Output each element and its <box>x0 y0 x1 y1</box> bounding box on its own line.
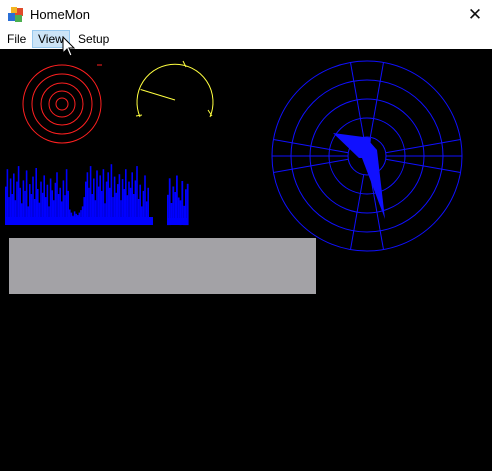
gauge-tick <box>182 60 187 68</box>
ring <box>22 64 102 144</box>
bar <box>102 169 105 225</box>
gauge-widget <box>135 60 214 118</box>
radar-widget <box>271 60 463 252</box>
mouse-cursor-icon <box>62 36 76 57</box>
bar <box>25 170 28 225</box>
bar-graph-widget <box>5 164 189 226</box>
window-title: HomeMon <box>30 7 90 22</box>
bar <box>176 175 178 225</box>
close-button[interactable]: ✕ <box>458 0 492 29</box>
ring <box>55 97 69 111</box>
bar <box>6 169 9 225</box>
ring <box>40 82 84 126</box>
bar <box>125 169 127 225</box>
gauge-needle <box>140 89 176 101</box>
radar-spoke <box>385 158 461 173</box>
radar-spoke <box>273 139 349 154</box>
radar-spoke <box>350 62 365 138</box>
bar-base <box>5 217 153 225</box>
menu-setup[interactable]: Setup <box>73 30 114 48</box>
bar-base <box>167 218 188 225</box>
bar <box>110 164 113 225</box>
title-bar: HomeMon ✕ <box>0 0 492 29</box>
gauge-tick <box>135 114 143 117</box>
bar <box>35 168 37 225</box>
close-icon: ✕ <box>467 4 483 24</box>
bar <box>89 166 92 225</box>
gray-panel <box>9 238 316 294</box>
radar-pointer-b <box>362 142 385 219</box>
bar <box>17 166 20 225</box>
bar <box>65 169 68 225</box>
concentric-rings-widget <box>22 64 102 144</box>
gauge-arc <box>136 63 214 118</box>
radar-spoke <box>350 174 365 250</box>
bar <box>96 170 98 225</box>
app-icon <box>8 7 23 22</box>
radar-spoke <box>273 158 349 173</box>
menu-file[interactable]: File <box>2 30 31 48</box>
bar <box>136 166 138 225</box>
radar-spoke <box>385 139 461 154</box>
radar-spoke <box>369 62 384 138</box>
ring <box>48 90 76 118</box>
